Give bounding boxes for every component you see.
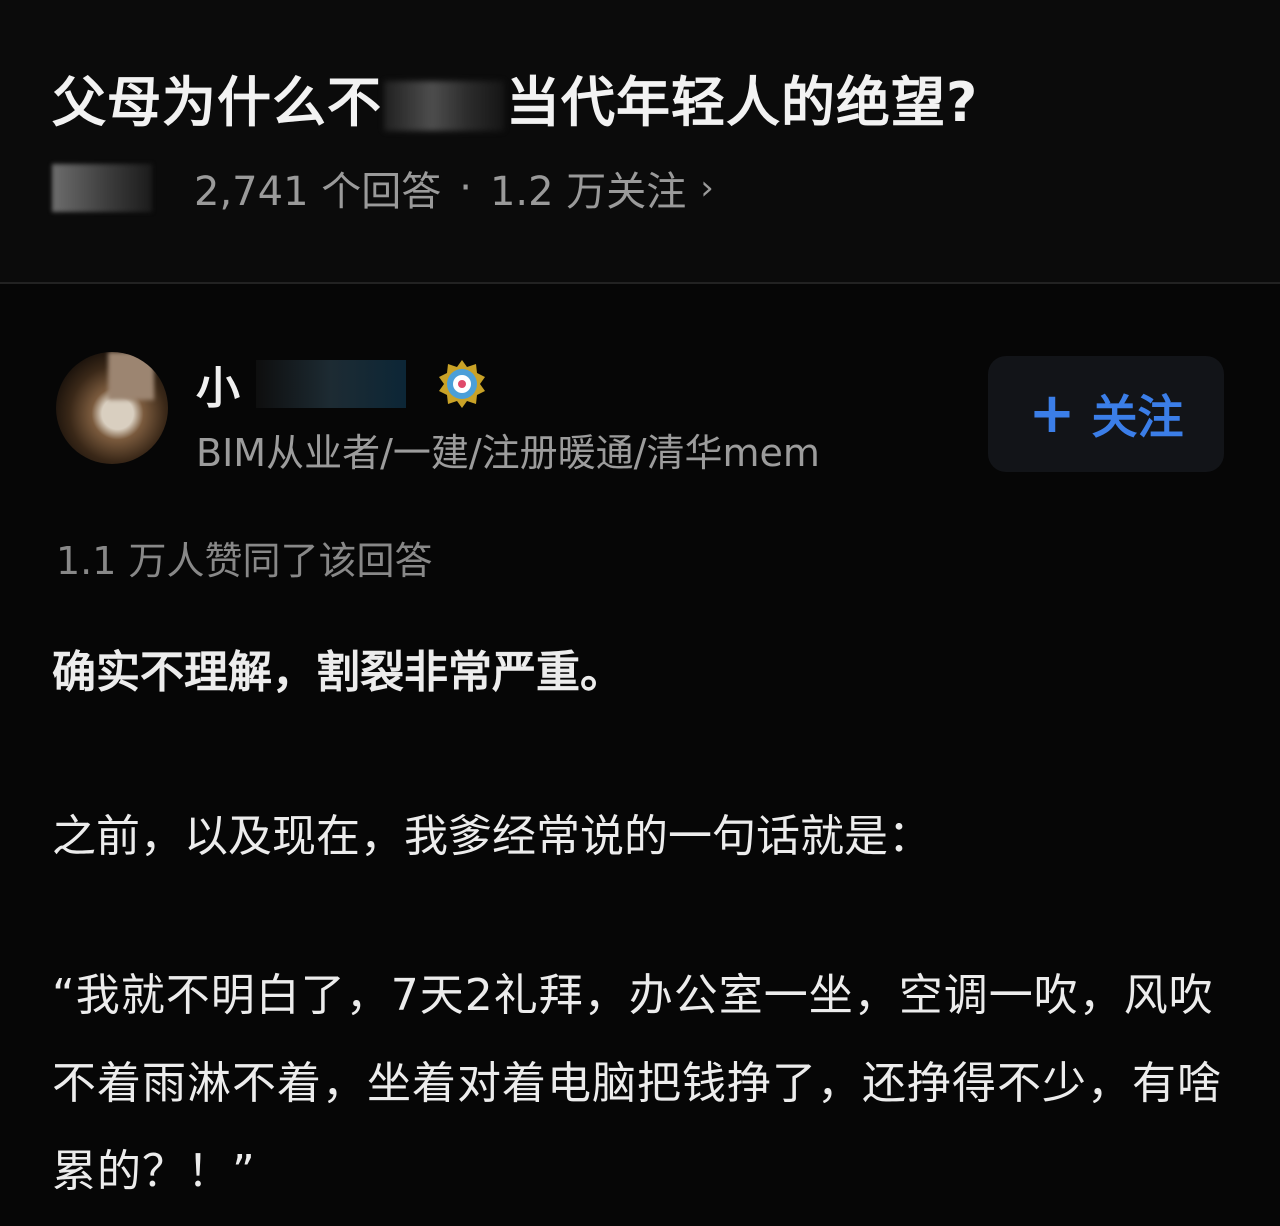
- question-title-start: 父母为什么不: [52, 71, 382, 134]
- meta-separator: ·: [459, 165, 472, 211]
- question-meta[interactable]: 2,741 个回答 · 1.2 万关注 ›: [52, 160, 714, 216]
- plus-icon: +: [1028, 381, 1076, 446]
- question-title-end: 当代年轻人的绝望?: [506, 71, 979, 134]
- question-header: 父母为什么不 当代年轻人的绝望? 2,741 个回答 · 1.2 万关注 ›: [0, 0, 1280, 282]
- chevron-right-icon: ›: [700, 168, 714, 208]
- avatar-redaction: [108, 352, 154, 400]
- follow-button-label: 关注: [1091, 390, 1184, 444]
- avatar[interactable]: [56, 352, 168, 464]
- answer-count: 2,741 个回答: [194, 169, 442, 215]
- author-name-redaction: [256, 360, 406, 408]
- author-name: 小: [196, 363, 240, 414]
- answer-paragraph-3: “我就不明白了，7天2礼拜，办公室一坐，空调一吹，风吹不着雨淋不着，坐着对着电脑…: [52, 970, 1222, 1197]
- answer-paragraph-1: 确实不理解，割裂非常严重。: [52, 647, 624, 698]
- title-redaction: [384, 81, 504, 132]
- follower-count: 1.2 万关注: [489, 169, 687, 215]
- follow-button[interactable]: + 关注: [988, 356, 1224, 472]
- question-title[interactable]: 父母为什么不 当代年轻人的绝望?: [52, 58, 978, 137]
- answer-paragraph-2: 之前，以及现在，我爹经常说的一句话就是：: [52, 811, 932, 862]
- certified-badge-icon: [439, 360, 485, 408]
- author-name-row[interactable]: 小: [196, 352, 488, 416]
- upvote-count: 1.1 万人赞同了该回答: [56, 539, 433, 583]
- author-bio: BIM从业者/一建/注册暖通/清华mem: [196, 431, 820, 475]
- topic-redaction: [52, 164, 152, 212]
